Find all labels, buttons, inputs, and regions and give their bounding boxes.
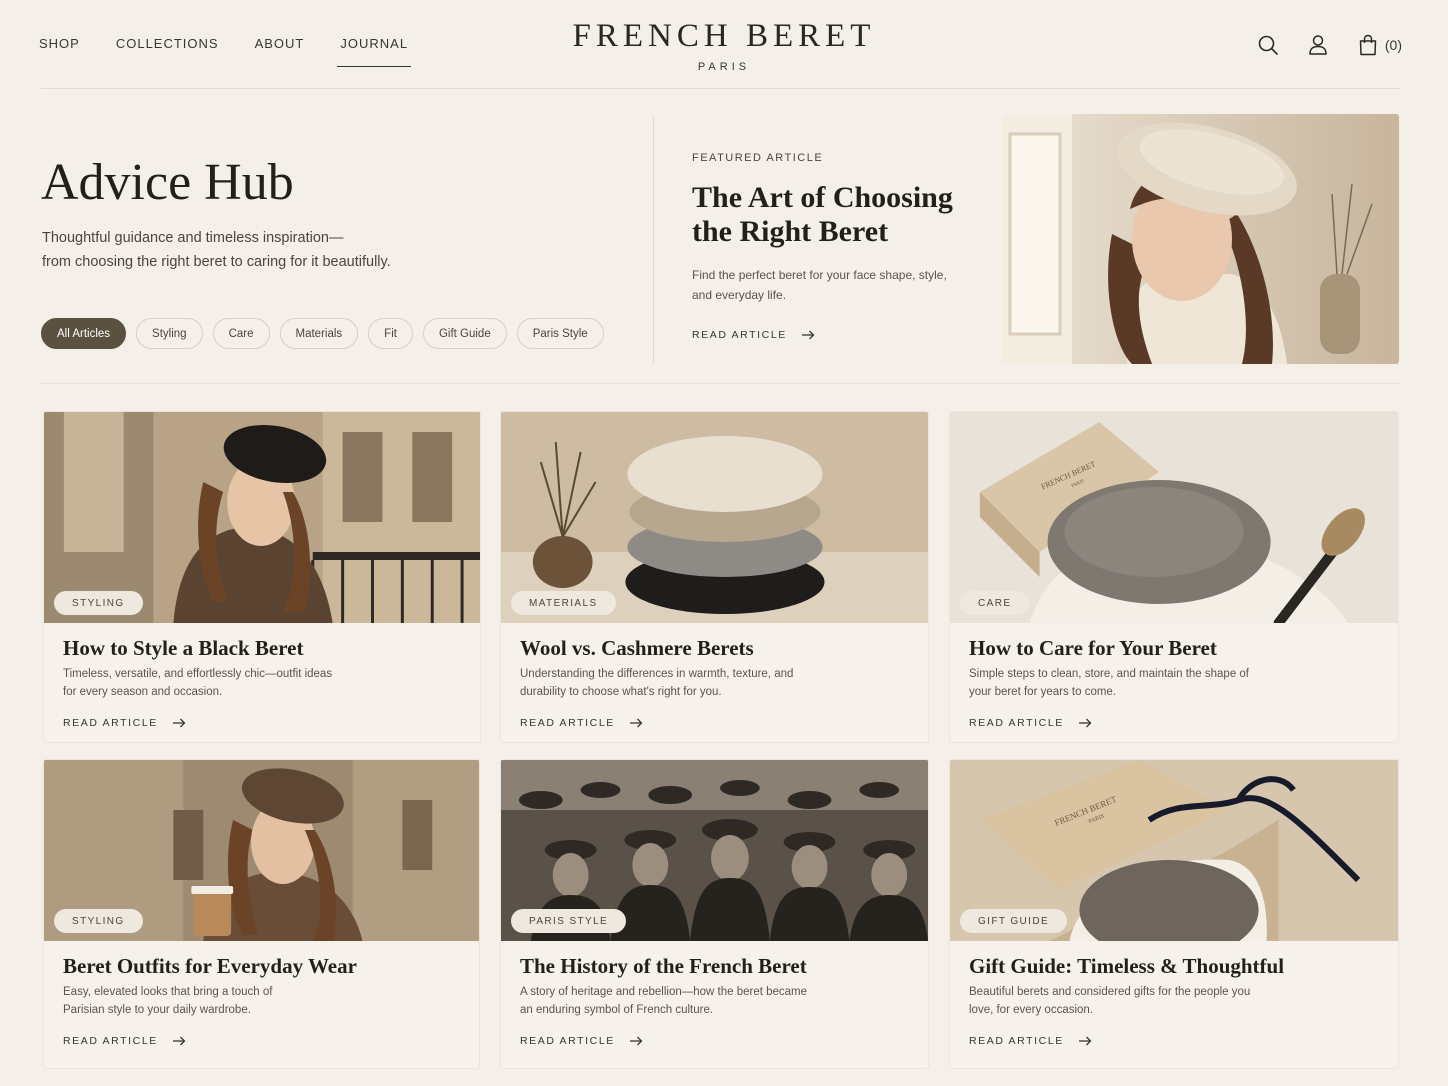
arrow-right-icon <box>172 718 186 728</box>
featured-eyebrow: FEATURED ARTICLE <box>692 152 824 164</box>
site-logo[interactable]: FRENCH BERET PARIS <box>0 18 1448 73</box>
article-read-label: READ ARTICLE <box>63 1035 158 1047</box>
article-card[interactable]: MATERIALS Wool vs. Cashmere Berets Under… <box>500 411 929 743</box>
article-read-link[interactable]: READ ARTICLE <box>63 1035 186 1047</box>
article-read-label: READ ARTICLE <box>969 717 1064 729</box>
featured-image[interactable] <box>1002 114 1399 364</box>
article-read-label: READ ARTICLE <box>969 1035 1064 1047</box>
filter-materials[interactable]: Materials <box>279 318 359 349</box>
article-title[interactable]: Gift Guide: Timeless & Thoughtful <box>969 954 1284 979</box>
cart-button[interactable]: (0) <box>1356 33 1402 57</box>
page-subtitle: Thoughtful guidance and timeless inspira… <box>42 226 462 274</box>
article-title[interactable]: The History of the French Beret <box>520 954 807 979</box>
brand-name: FRENCH BERET <box>572 18 876 54</box>
article-card[interactable]: PARIS STYLE The History of the French Be… <box>500 759 929 1069</box>
article-card[interactable]: STYLING Beret Outfits for Everyday Wear … <box>43 759 480 1069</box>
article-card[interactable]: FRENCH BERET PARIS CARE How to Care for … <box>949 411 1399 743</box>
arrow-right-icon <box>1078 718 1092 728</box>
header-actions: (0) <box>1256 33 1402 57</box>
article-title[interactable]: Wool vs. Cashmere Berets <box>520 636 754 661</box>
article-tag: STYLING <box>54 591 143 615</box>
hero-divider <box>653 116 654 364</box>
article-tag: MATERIALS <box>511 591 616 615</box>
arrow-right-icon <box>629 1036 643 1046</box>
arrow-right-icon <box>172 1036 186 1046</box>
featured-read-label: READ ARTICLE <box>692 329 787 341</box>
article-tag: GIFT GUIDE <box>960 909 1068 933</box>
article-card[interactable]: FRENCH BERET PARIS GIFT GUIDE Gift Guide… <box>949 759 1399 1069</box>
bag-icon <box>1356 33 1380 57</box>
article-description: Beautiful berets and considered gifts fo… <box>969 986 1251 1016</box>
filter-styling[interactable]: Styling <box>136 318 203 349</box>
article-read-link[interactable]: READ ARTICLE <box>520 717 643 729</box>
article-description: Timeless, versatile, and effortlessly ch… <box>63 668 333 698</box>
arrow-right-icon <box>801 330 815 340</box>
section-divider <box>41 383 1400 384</box>
brand-city: PARIS <box>697 61 751 73</box>
category-filters: All Articles Styling Care Materials Fit … <box>41 318 604 349</box>
filter-gift-guide[interactable]: Gift Guide <box>422 318 507 349</box>
article-tag: CARE <box>960 591 1030 615</box>
header-divider <box>41 88 1400 89</box>
arrow-right-icon <box>1078 1036 1092 1046</box>
arrow-right-icon <box>629 718 643 728</box>
page-subtitle-line-2: from choosing the right beret to caring … <box>42 254 391 270</box>
cart-count: (0) <box>1384 37 1402 53</box>
article-description: Understanding the differences in warmth,… <box>520 668 794 698</box>
article-title[interactable]: How to Style a Black Beret <box>63 636 304 661</box>
article-read-link[interactable]: READ ARTICLE <box>969 717 1092 729</box>
search-icon[interactable] <box>1256 33 1280 57</box>
article-title[interactable]: How to Care for Your Beret <box>969 636 1217 661</box>
user-icon[interactable] <box>1306 33 1330 57</box>
article-tag: PARIS STYLE <box>511 909 627 933</box>
filter-paris-style[interactable]: Paris Style <box>516 318 604 349</box>
article-description: A story of heritage and rebellion—how th… <box>520 986 808 1016</box>
article-description: Simple steps to clean, store, and mainta… <box>969 668 1249 698</box>
filter-care[interactable]: Care <box>212 318 270 349</box>
article-read-link[interactable]: READ ARTICLE <box>520 1035 643 1047</box>
article-read-label: READ ARTICLE <box>63 717 158 729</box>
article-title[interactable]: Beret Outfits for Everyday Wear <box>63 954 357 979</box>
site-header: SHOP COLLECTIONS ABOUT JOURNAL FRENCH BE… <box>0 0 1448 90</box>
article-description: Easy, elevated looks that bring a touch … <box>63 986 273 1016</box>
filter-all-articles[interactable]: All Articles <box>41 318 127 349</box>
featured-read-link[interactable]: READ ARTICLE <box>692 329 815 341</box>
page-subtitle-line-1: Thoughtful guidance and timeless inspira… <box>42 230 344 246</box>
article-read-link[interactable]: READ ARTICLE <box>969 1035 1092 1047</box>
featured-title[interactable]: The Art of Choosing the Right Beret <box>692 181 982 249</box>
article-read-label: READ ARTICLE <box>520 1035 615 1047</box>
article-read-label: READ ARTICLE <box>520 717 615 729</box>
article-tag: STYLING <box>54 909 143 933</box>
article-read-link[interactable]: READ ARTICLE <box>63 717 186 729</box>
article-card[interactable]: STYLING How to Style a Black Beret Timel… <box>43 411 481 743</box>
page-title: Advice Hub <box>41 154 294 211</box>
featured-description: Find the perfect beret for your face sha… <box>692 268 947 302</box>
filter-fit[interactable]: Fit <box>368 318 413 349</box>
